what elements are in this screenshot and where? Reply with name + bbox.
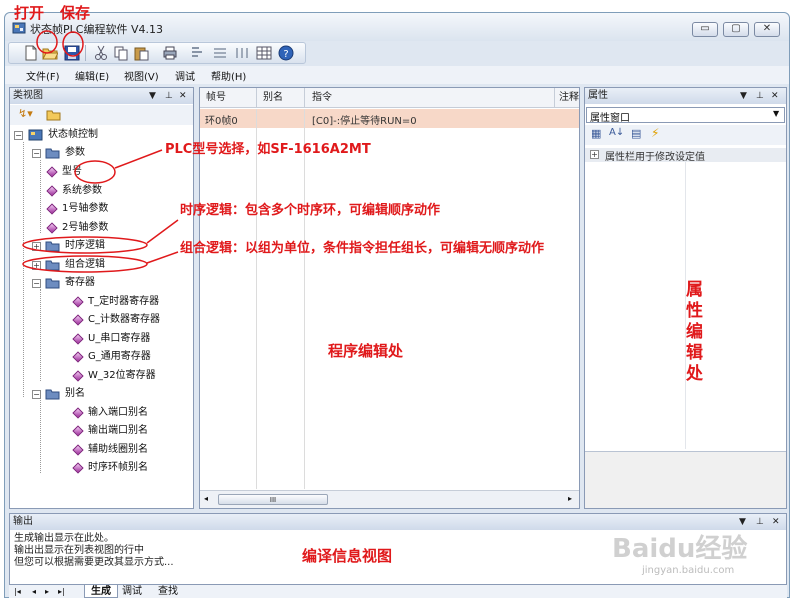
annotation-pointer-timing: [146, 219, 179, 244]
annotation-output-area: 编译信息视图: [302, 547, 393, 565]
annotation-pointer-combo: [146, 251, 179, 264]
annotation-circle-open: [36, 30, 58, 54]
annotation-program-area: 程序编辑处: [328, 342, 404, 360]
annotation-overlay: [22, 30, 179, 273]
annotation-property-area: 属性编辑处: [686, 280, 703, 384]
annotation-timing-logic: 时序逻辑：包含多个时序环，可编辑顺序动作: [180, 203, 441, 218]
annotation-circle-timing: [22, 236, 148, 254]
annotation-combo-logic: 组合逻辑：以组为单位，条件指令担任组长，可编辑无顺序动作: [180, 241, 545, 256]
annotation-circle-model: [74, 160, 116, 184]
watermark-logo: Baidu经验: [612, 534, 748, 564]
annotation-model-select: PLC型号选择，如SF-1616A2MT: [165, 142, 371, 157]
annotation-circle-save: [62, 31, 84, 57]
annotation-circle-combo: [22, 255, 148, 273]
annotation-pointer-model: [114, 149, 163, 169]
watermark-url: jingyan.baidu.com: [642, 565, 735, 576]
